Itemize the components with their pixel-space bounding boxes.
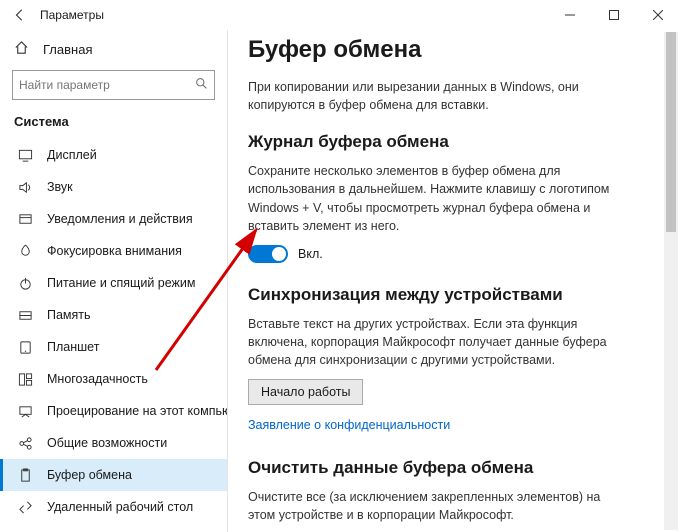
clipboard-icon [17, 467, 33, 483]
sidebar-item-label: Дисплей [47, 148, 97, 162]
home-icon [14, 40, 29, 58]
projecting-icon [17, 403, 33, 419]
maximize-button[interactable] [592, 0, 636, 30]
close-button[interactable] [636, 0, 680, 30]
sync-desc: Вставьте текст на других устройствах. Ес… [248, 315, 628, 369]
multitasking-icon [17, 371, 33, 387]
sidebar-item-label: Проецирование на этот компьютер [47, 404, 227, 418]
privacy-link[interactable]: Заявление о конфиденциальности [248, 418, 450, 432]
sync-start-button[interactable]: Начало работы [248, 379, 363, 405]
history-toggle[interactable] [248, 245, 288, 263]
sidebar-item-label: Планшет [47, 340, 99, 354]
sidebar-item-label: Звук [47, 180, 73, 194]
page-intro: При копировании или вырезании данных в W… [248, 78, 628, 114]
search-input[interactable] [19, 78, 195, 92]
history-heading: Журнал буфера обмена [248, 132, 652, 152]
search-icon [195, 77, 208, 93]
display-icon [17, 147, 33, 163]
nav-list: Дисплей Звук Уведомления и действия Фоку… [0, 139, 227, 532]
sidebar-item-focus-assist[interactable]: Фокусировка внимания [0, 235, 227, 267]
home-label: Главная [43, 42, 92, 57]
sidebar-item-sound[interactable]: Звук [0, 171, 227, 203]
sidebar-item-label: Общие возможности [47, 436, 167, 450]
sidebar-item-shared[interactable]: Общие возможности [0, 427, 227, 459]
home-link[interactable]: Главная [0, 34, 227, 64]
category-label: Система [0, 110, 227, 139]
back-button[interactable] [8, 3, 32, 27]
sidebar-item-notifications[interactable]: Уведомления и действия [0, 203, 227, 235]
focus-icon [17, 243, 33, 259]
sidebar-item-label: Память [47, 308, 91, 322]
sync-heading: Синхронизация между устройствами [248, 285, 652, 305]
scroll-thumb[interactable] [666, 32, 676, 232]
sidebar-item-clipboard[interactable]: Буфер обмена [0, 459, 227, 491]
sidebar-item-label: Удаленный рабочий стол [47, 500, 193, 514]
notifications-icon [17, 211, 33, 227]
page-title: Буфер обмена [248, 36, 652, 64]
clear-heading: Очистить данные буфера обмена [248, 458, 652, 478]
remote-icon [17, 499, 33, 515]
sidebar-item-tablet[interactable]: Планшет [0, 331, 227, 363]
tablet-icon [17, 339, 33, 355]
power-icon [17, 275, 33, 291]
sidebar-item-projecting[interactable]: Проецирование на этот компьютер [0, 395, 227, 427]
sidebar-item-display[interactable]: Дисплей [0, 139, 227, 171]
titlebar: Параметры [0, 0, 680, 30]
sidebar-item-multitasking[interactable]: Многозадачность [0, 363, 227, 395]
sidebar-item-label: Питание и спящий режим [47, 276, 195, 290]
sidebar-item-label: Многозадачность [47, 372, 148, 386]
minimize-button[interactable] [548, 0, 592, 30]
history-toggle-state: Вкл. [298, 247, 323, 261]
storage-icon [17, 307, 33, 323]
content-scrollbar[interactable] [664, 32, 678, 530]
clear-desc: Очистите все (за исключением закрепленны… [248, 488, 628, 524]
content-pane: Буфер обмена При копировании или вырезан… [228, 30, 680, 532]
sidebar-item-label: Буфер обмена [47, 468, 132, 482]
search-box[interactable] [12, 70, 215, 100]
sidebar-item-storage[interactable]: Память [0, 299, 227, 331]
sidebar-item-power[interactable]: Питание и спящий режим [0, 267, 227, 299]
sidebar-item-label: Фокусировка внимания [47, 244, 182, 258]
sound-icon [17, 179, 33, 195]
window-title: Параметры [40, 8, 548, 22]
shared-icon [17, 435, 33, 451]
history-desc: Сохраните несколько элементов в буфер об… [248, 162, 628, 235]
sidebar-item-remote-desktop[interactable]: Удаленный рабочий стол [0, 491, 227, 523]
sidebar-item-label: Уведомления и действия [47, 212, 193, 226]
sidebar: Главная Система Дисплей Звук [0, 30, 228, 532]
